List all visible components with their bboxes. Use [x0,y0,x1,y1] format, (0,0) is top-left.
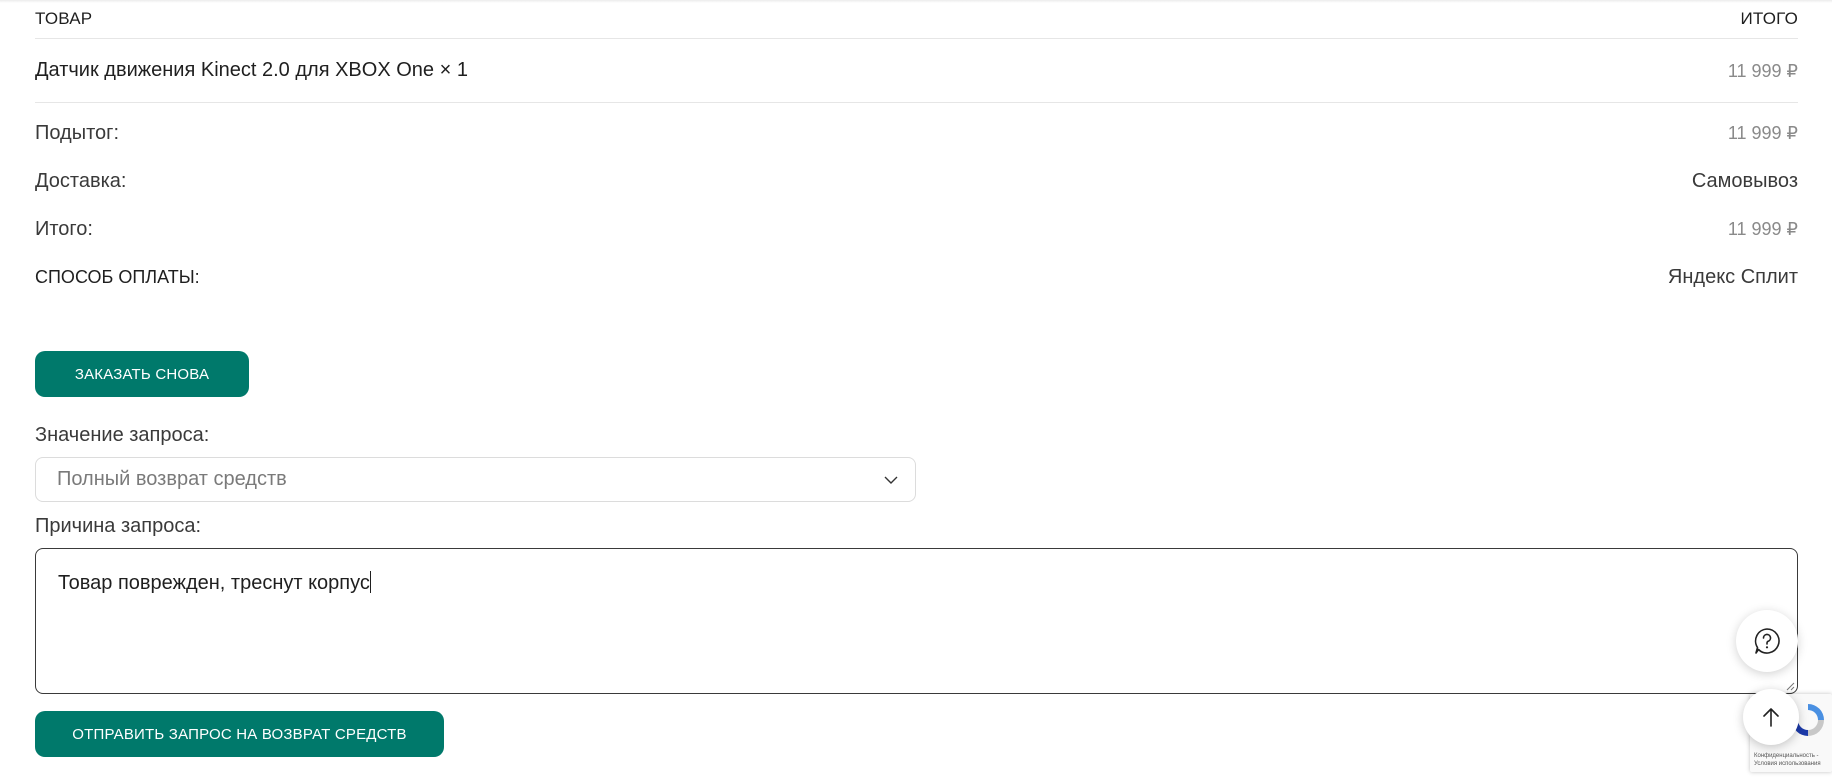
request-value-select[interactable]: Полный возврат средств [35,457,916,502]
product-price: 11 999 ₽ [1727,61,1798,81]
subtotal-value: 11 999 ₽ [1727,122,1798,143]
scroll-to-top-button[interactable] [1743,689,1799,745]
question-circle-icon [1754,628,1780,654]
request-value-selected: Полный возврат средств [57,468,287,490]
column-header-total: Итого [1740,9,1798,28]
total-row: Итого: 11 999 ₽ [35,205,1798,253]
total-value: 11 999 ₽ [1727,218,1798,239]
subtotal-row: Подытог: 11 999 ₽ [35,109,1798,157]
resize-handle-icon[interactable] [1785,681,1795,691]
table-row: Датчик движения Kinect 2.0 для XBOX One … [35,39,1798,103]
payment-method-value: Яндекс Сплит [1667,265,1798,288]
request-reason-textarea[interactable]: Товар поврежден, треснут корпус [35,548,1798,694]
shipping-label: Доставка: [35,169,127,192]
column-header-product: Товар [35,9,93,28]
order-table: Товар Итого Датчик движения Kinect 2.0 д… [35,0,1798,301]
text-caret [369,571,371,593]
request-reason-label: Причина запроса: [35,515,202,537]
table-header: Товар Итого [35,0,1798,39]
reorder-button[interactable]: Заказать снова [35,351,249,397]
request-reason-text: Товар поврежден, треснут корпус [58,572,370,594]
subtotal-label: Подытог: [35,121,120,144]
submit-refund-request-button[interactable]: Отправить запрос на возврат средств [35,711,444,757]
help-button[interactable] [1736,610,1798,672]
product-name: Датчик движения Kinect 2.0 для XBOX One … [35,59,468,81]
shipping-value: Самовывоз [1691,169,1798,192]
total-label: Итого: [35,217,93,240]
request-value-label: Значение запроса: [35,424,210,446]
arrow-up-icon [1763,708,1779,727]
recaptcha-terms-link[interactable]: Условия использования [1754,760,1832,768]
shipping-row: Доставка: Самовывоз [35,157,1798,205]
payment-method-label: Способ оплаты: [35,266,200,287]
recaptcha-links[interactable]: Конфиденциальность - Условия использован… [1754,752,1832,768]
order-details-page: Товар Итого Датчик движения Kinect 2.0 д… [0,0,1832,779]
recaptcha-privacy-link[interactable]: Конфиденциальность - [1754,752,1832,760]
chevron-down-icon [883,472,899,488]
payment-method-row: Способ оплаты: Яндекс Сплит [35,253,1798,301]
